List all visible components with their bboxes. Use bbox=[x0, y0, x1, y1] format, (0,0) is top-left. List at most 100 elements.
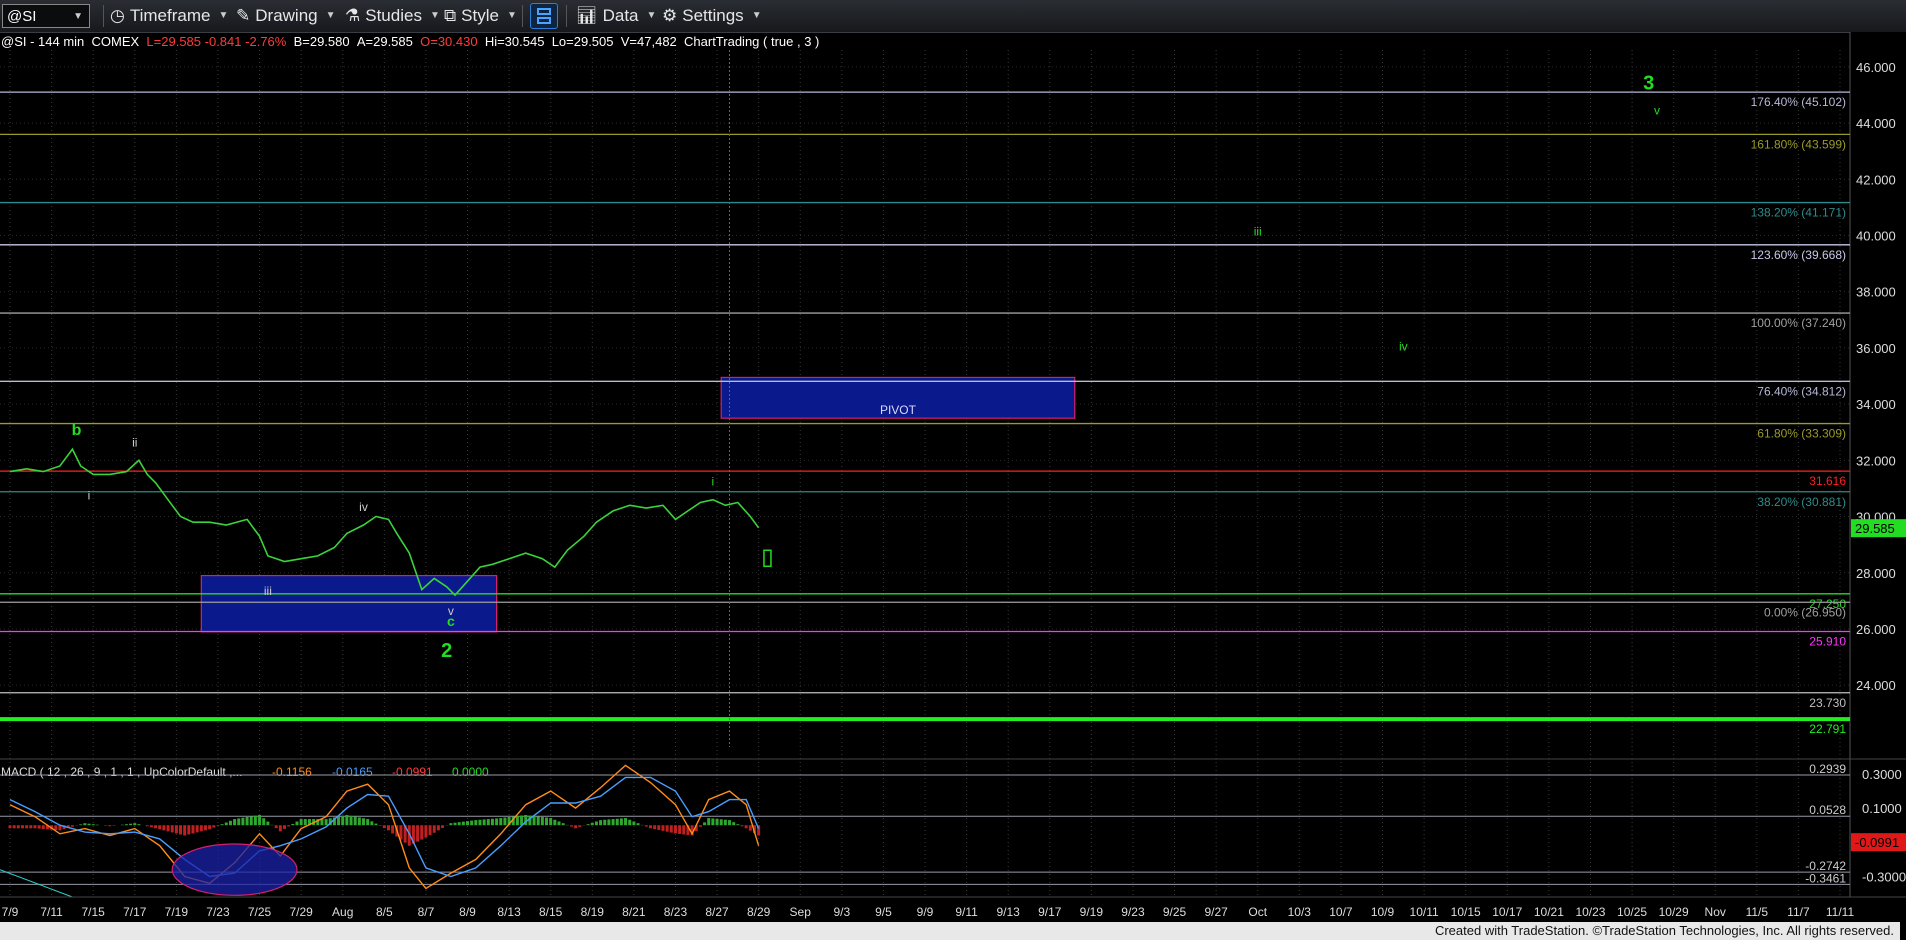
toolbar-separator bbox=[103, 5, 104, 27]
volume: V=47,482 bbox=[620, 34, 677, 49]
level-label: 176.40% (45.102) bbox=[1751, 95, 1846, 109]
symbol-input[interactable]: @SI ▼ bbox=[2, 4, 90, 28]
price-chart[interactable]: PIVOT 176.40% (45.102) 161.80% (43.599) 138… bbox=[0, 32, 1906, 922]
price-change-pct: -2.76% bbox=[245, 34, 287, 49]
x-tick-label: 10/17 bbox=[1492, 905, 1522, 919]
exchange-name: COMEX bbox=[91, 34, 140, 49]
chevron-down-icon: ▼ bbox=[325, 10, 336, 21]
x-tick-label: 8/13 bbox=[497, 905, 521, 919]
price-tick-label: 24.000 bbox=[1856, 678, 1896, 693]
x-tick-label: 7/9 bbox=[2, 905, 19, 919]
x-tick-label: 8/19 bbox=[581, 905, 605, 919]
style-menu[interactable]: ⧉ Style ▼ bbox=[444, 4, 517, 28]
x-tick-label: 10/7 bbox=[1329, 905, 1353, 919]
price-tick-label: 32.000 bbox=[1856, 453, 1896, 468]
x-tick-label: 8/15 bbox=[539, 905, 563, 919]
macd-value: -0.0165 bbox=[332, 765, 373, 779]
last-bar-marker bbox=[763, 549, 772, 568]
x-tick-label: Aug bbox=[332, 905, 353, 919]
x-tick-label: Oct bbox=[1248, 905, 1267, 919]
macd-value: -0.1156 bbox=[272, 765, 312, 779]
macd-tick-label: 0.1000 bbox=[1862, 801, 1902, 816]
wave-label: i bbox=[88, 489, 91, 503]
x-tick-label: 7/25 bbox=[248, 905, 272, 919]
x-tick-label: 8/5 bbox=[376, 905, 393, 919]
macd-trendline bbox=[0, 869, 73, 898]
level-label: 138.20% (41.171) bbox=[1751, 206, 1846, 220]
price-tick-label: 26.000 bbox=[1856, 622, 1896, 637]
x-tick-label: 9/13 bbox=[997, 905, 1021, 919]
macd-title: MACD ( 12 , 26 , 9 , 1 , 1 , UpColorDefa… bbox=[1, 765, 242, 779]
level-label: 0.00% (26.950) bbox=[1764, 605, 1846, 619]
chevron-down-icon: ▼ bbox=[506, 10, 517, 21]
flask-icon: ⚗ bbox=[345, 6, 361, 25]
last-price-label: 29.585 bbox=[1855, 521, 1895, 536]
data-menu[interactable]: 📊︎ Data ▼ bbox=[576, 4, 656, 28]
style-label: Style bbox=[461, 6, 499, 25]
macd-value: -0.0991 bbox=[392, 765, 433, 779]
x-tick-label: 11/7 bbox=[1787, 905, 1810, 919]
layout-toggle-button[interactable] bbox=[530, 3, 558, 29]
price-tick-label: 42.000 bbox=[1856, 172, 1896, 187]
symbol-info-bar: @SI - 144 min COMEX L=29.585 -0.841 -2.7… bbox=[1, 33, 819, 51]
x-tick-label: 8/29 bbox=[747, 905, 771, 919]
x-tick-label: 8/21 bbox=[622, 905, 646, 919]
settings-menu[interactable]: ⚙ Settings ▼ bbox=[662, 4, 762, 28]
level-label: 61.80% (33.309) bbox=[1757, 427, 1846, 441]
x-tick-label: 10/23 bbox=[1575, 905, 1605, 919]
level-label: 123.60% (39.668) bbox=[1751, 248, 1846, 262]
level-label: 23.730 bbox=[1809, 696, 1846, 710]
last-price: L=29.585 bbox=[146, 34, 202, 49]
wave-label: iv bbox=[1399, 340, 1408, 354]
wave-label: c bbox=[447, 613, 455, 629]
price-tick-label: 44.000 bbox=[1856, 116, 1896, 131]
x-tick-label: 9/17 bbox=[1038, 905, 1062, 919]
x-tick-label: 10/9 bbox=[1371, 905, 1395, 919]
study-label: ChartTrading ( true , 3 ) bbox=[684, 34, 820, 49]
chevron-down-icon: ▼ bbox=[646, 10, 657, 21]
macd-current-label: -0.0991 bbox=[1855, 835, 1899, 850]
price-change: -0.841 bbox=[204, 34, 242, 49]
macd-level-label: -0.3461 bbox=[1805, 871, 1846, 885]
macd-ellipse-annotation bbox=[171, 843, 298, 896]
macd-value: 0.0000 bbox=[452, 765, 489, 779]
chevron-down-icon: ▼ bbox=[429, 10, 440, 21]
x-tick-label: 9/25 bbox=[1163, 905, 1187, 919]
drawing-label: Drawing bbox=[255, 6, 318, 25]
x-tick-label: 9/19 bbox=[1080, 905, 1104, 919]
x-tick-label: 9/27 bbox=[1204, 905, 1228, 919]
chevron-down-icon: ▼ bbox=[218, 10, 229, 21]
drawing-menu[interactable]: ✎ Drawing ▼ bbox=[236, 4, 336, 28]
x-tick-label: 7/29 bbox=[289, 905, 313, 919]
price-tick-label: 46.000 bbox=[1856, 60, 1896, 75]
chevron-down-icon: ▼ bbox=[751, 10, 762, 21]
settings-label: Settings bbox=[682, 6, 744, 25]
x-tick-label: 7/11 bbox=[40, 905, 63, 919]
x-tick-label: 9/3 bbox=[833, 905, 850, 919]
wave-label: iii bbox=[1254, 224, 1262, 238]
studies-label: Studies bbox=[365, 6, 422, 25]
x-tick-label: 10/11 bbox=[1410, 905, 1439, 919]
x-tick-label: 7/17 bbox=[123, 905, 147, 919]
studies-menu[interactable]: ⚗ Studies ▼ bbox=[345, 4, 440, 28]
x-tick-label: 9/11 bbox=[955, 905, 978, 919]
level-label: 22.791 bbox=[1809, 722, 1846, 736]
x-tick-label: 9/9 bbox=[917, 905, 934, 919]
chevron-down-icon[interactable]: ▼ bbox=[73, 5, 83, 29]
x-tick-label: Nov bbox=[1705, 905, 1726, 919]
wave-label: v bbox=[1654, 104, 1660, 118]
x-tick-label: 9/5 bbox=[875, 905, 892, 919]
wave-label: iv bbox=[359, 500, 368, 514]
x-tick-label: 8/7 bbox=[418, 905, 435, 919]
open-price: O=30.430 bbox=[420, 34, 478, 49]
credit-footer: Created with TradeStation. ©TradeStation… bbox=[0, 922, 1900, 940]
price-tick-label: 28.000 bbox=[1856, 566, 1896, 581]
x-tick-label: 11/5 bbox=[1746, 905, 1769, 919]
pivot-label: PIVOT bbox=[880, 403, 917, 417]
symbol-timeframe: @SI - 144 min bbox=[1, 34, 85, 49]
bid-price: B=29.580 bbox=[293, 34, 350, 49]
macd-tick-label: -0.3000 bbox=[1862, 869, 1906, 884]
toolbar-separator bbox=[566, 5, 567, 27]
timeframe-menu[interactable]: ◷ Timeframe ▼ bbox=[110, 4, 228, 28]
x-tick-label: 8/9 bbox=[459, 905, 476, 919]
